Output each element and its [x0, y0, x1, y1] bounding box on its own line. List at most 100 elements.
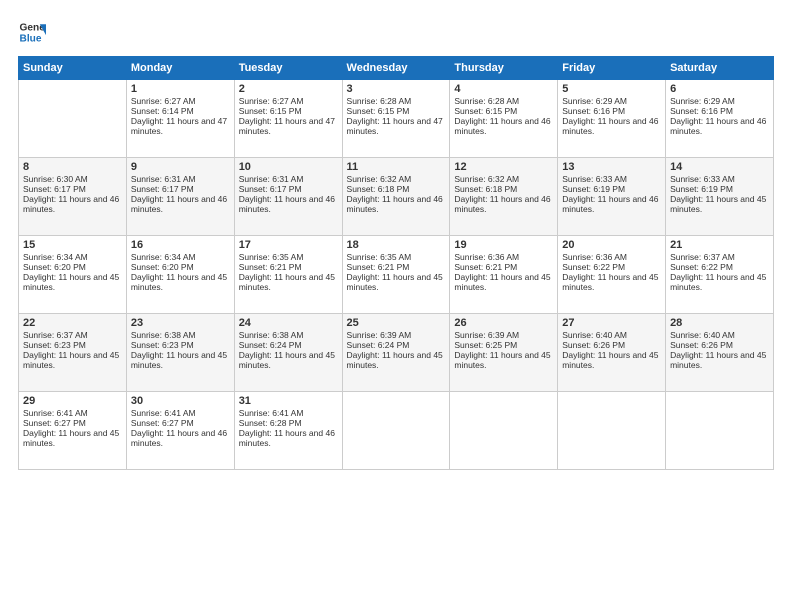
calendar-cell	[558, 392, 666, 470]
calendar-table: SundayMondayTuesdayWednesdayThursdayFrid…	[18, 56, 774, 470]
calendar-cell: 18Sunrise: 6:35 AMSunset: 6:21 PMDayligh…	[342, 236, 450, 314]
calendar-cell: 13Sunrise: 6:33 AMSunset: 6:19 PMDayligh…	[558, 158, 666, 236]
day-number: 13	[562, 161, 661, 173]
calendar-cell: 4Sunrise: 6:28 AMSunset: 6:15 PMDaylight…	[450, 80, 558, 158]
day-number: 28	[670, 317, 769, 329]
calendar-cell: 16Sunrise: 6:34 AMSunset: 6:20 PMDayligh…	[126, 236, 234, 314]
cell-info: Sunrise: 6:30 AMSunset: 6:17 PMDaylight:…	[23, 174, 119, 214]
day-number: 14	[670, 161, 769, 173]
cell-info: Sunrise: 6:37 AMSunset: 6:22 PMDaylight:…	[670, 252, 766, 292]
calendar-cell: 6Sunrise: 6:29 AMSunset: 6:16 PMDaylight…	[666, 80, 774, 158]
week-row-1: 1Sunrise: 6:27 AMSunset: 6:14 PMDaylight…	[19, 80, 774, 158]
calendar-cell: 3Sunrise: 6:28 AMSunset: 6:15 PMDaylight…	[342, 80, 450, 158]
day-number: 3	[347, 83, 446, 95]
day-number: 24	[239, 317, 338, 329]
day-number: 22	[23, 317, 122, 329]
day-number: 10	[239, 161, 338, 173]
cell-info: Sunrise: 6:41 AMSunset: 6:27 PMDaylight:…	[23, 408, 119, 448]
cell-info: Sunrise: 6:37 AMSunset: 6:23 PMDaylight:…	[23, 330, 119, 370]
day-number: 11	[347, 161, 446, 173]
cell-info: Sunrise: 6:38 AMSunset: 6:24 PMDaylight:…	[239, 330, 335, 370]
day-number: 6	[670, 83, 769, 95]
calendar-cell	[666, 392, 774, 470]
cell-info: Sunrise: 6:36 AMSunset: 6:21 PMDaylight:…	[454, 252, 550, 292]
cell-info: Sunrise: 6:36 AMSunset: 6:22 PMDaylight:…	[562, 252, 658, 292]
day-header-tuesday: Tuesday	[234, 57, 342, 80]
day-number: 16	[131, 239, 230, 251]
day-number: 20	[562, 239, 661, 251]
calendar-cell: 21Sunrise: 6:37 AMSunset: 6:22 PMDayligh…	[666, 236, 774, 314]
header-row: SundayMondayTuesdayWednesdayThursdayFrid…	[19, 57, 774, 80]
calendar-cell: 22Sunrise: 6:37 AMSunset: 6:23 PMDayligh…	[19, 314, 127, 392]
week-row-5: 29Sunrise: 6:41 AMSunset: 6:27 PMDayligh…	[19, 392, 774, 470]
day-number: 19	[454, 239, 553, 251]
calendar-cell: 10Sunrise: 6:31 AMSunset: 6:17 PMDayligh…	[234, 158, 342, 236]
cell-info: Sunrise: 6:28 AMSunset: 6:15 PMDaylight:…	[454, 96, 550, 136]
cell-info: Sunrise: 6:41 AMSunset: 6:27 PMDaylight:…	[131, 408, 227, 448]
cell-info: Sunrise: 6:33 AMSunset: 6:19 PMDaylight:…	[562, 174, 658, 214]
svg-text:Blue: Blue	[20, 33, 42, 44]
cell-info: Sunrise: 6:35 AMSunset: 6:21 PMDaylight:…	[239, 252, 335, 292]
cell-info: Sunrise: 6:34 AMSunset: 6:20 PMDaylight:…	[23, 252, 119, 292]
calendar-cell: 11Sunrise: 6:32 AMSunset: 6:18 PMDayligh…	[342, 158, 450, 236]
day-number: 27	[562, 317, 661, 329]
calendar-cell	[19, 80, 127, 158]
calendar-cell: 1Sunrise: 6:27 AMSunset: 6:14 PMDaylight…	[126, 80, 234, 158]
day-number: 17	[239, 239, 338, 251]
week-row-2: 8Sunrise: 6:30 AMSunset: 6:17 PMDaylight…	[19, 158, 774, 236]
calendar-cell: 8Sunrise: 6:30 AMSunset: 6:17 PMDaylight…	[19, 158, 127, 236]
cell-info: Sunrise: 6:32 AMSunset: 6:18 PMDaylight:…	[454, 174, 550, 214]
calendar-cell: 26Sunrise: 6:39 AMSunset: 6:25 PMDayligh…	[450, 314, 558, 392]
calendar-cell: 12Sunrise: 6:32 AMSunset: 6:18 PMDayligh…	[450, 158, 558, 236]
cell-info: Sunrise: 6:31 AMSunset: 6:17 PMDaylight:…	[131, 174, 227, 214]
day-number: 5	[562, 83, 661, 95]
cell-info: Sunrise: 6:27 AMSunset: 6:14 PMDaylight:…	[131, 96, 227, 136]
day-number: 30	[131, 395, 230, 407]
day-header-saturday: Saturday	[666, 57, 774, 80]
day-number: 26	[454, 317, 553, 329]
calendar-cell: 24Sunrise: 6:38 AMSunset: 6:24 PMDayligh…	[234, 314, 342, 392]
cell-info: Sunrise: 6:29 AMSunset: 6:16 PMDaylight:…	[562, 96, 658, 136]
page: General Blue SundayMondayTuesdayWednesda…	[0, 0, 792, 612]
day-header-monday: Monday	[126, 57, 234, 80]
week-row-4: 22Sunrise: 6:37 AMSunset: 6:23 PMDayligh…	[19, 314, 774, 392]
day-header-thursday: Thursday	[450, 57, 558, 80]
day-number: 1	[131, 83, 230, 95]
day-number: 12	[454, 161, 553, 173]
cell-info: Sunrise: 6:32 AMSunset: 6:18 PMDaylight:…	[347, 174, 443, 214]
calendar-cell: 17Sunrise: 6:35 AMSunset: 6:21 PMDayligh…	[234, 236, 342, 314]
day-number: 4	[454, 83, 553, 95]
cell-info: Sunrise: 6:39 AMSunset: 6:25 PMDaylight:…	[454, 330, 550, 370]
day-number: 21	[670, 239, 769, 251]
calendar-cell	[450, 392, 558, 470]
cell-info: Sunrise: 6:40 AMSunset: 6:26 PMDaylight:…	[562, 330, 658, 370]
calendar-cell: 19Sunrise: 6:36 AMSunset: 6:21 PMDayligh…	[450, 236, 558, 314]
week-row-3: 15Sunrise: 6:34 AMSunset: 6:20 PMDayligh…	[19, 236, 774, 314]
cell-info: Sunrise: 6:34 AMSunset: 6:20 PMDaylight:…	[131, 252, 227, 292]
cell-info: Sunrise: 6:41 AMSunset: 6:28 PMDaylight:…	[239, 408, 335, 448]
cell-info: Sunrise: 6:40 AMSunset: 6:26 PMDaylight:…	[670, 330, 766, 370]
day-number: 23	[131, 317, 230, 329]
calendar-cell: 14Sunrise: 6:33 AMSunset: 6:19 PMDayligh…	[666, 158, 774, 236]
calendar-cell: 9Sunrise: 6:31 AMSunset: 6:17 PMDaylight…	[126, 158, 234, 236]
logo-icon: General Blue	[18, 18, 46, 46]
cell-info: Sunrise: 6:27 AMSunset: 6:15 PMDaylight:…	[239, 96, 335, 136]
calendar-cell: 5Sunrise: 6:29 AMSunset: 6:16 PMDaylight…	[558, 80, 666, 158]
day-number: 8	[23, 161, 122, 173]
day-number: 9	[131, 161, 230, 173]
cell-info: Sunrise: 6:29 AMSunset: 6:16 PMDaylight:…	[670, 96, 766, 136]
calendar-cell: 20Sunrise: 6:36 AMSunset: 6:22 PMDayligh…	[558, 236, 666, 314]
day-number: 15	[23, 239, 122, 251]
calendar-cell: 27Sunrise: 6:40 AMSunset: 6:26 PMDayligh…	[558, 314, 666, 392]
calendar-cell: 23Sunrise: 6:38 AMSunset: 6:23 PMDayligh…	[126, 314, 234, 392]
calendar-cell: 30Sunrise: 6:41 AMSunset: 6:27 PMDayligh…	[126, 392, 234, 470]
calendar-cell: 31Sunrise: 6:41 AMSunset: 6:28 PMDayligh…	[234, 392, 342, 470]
day-number: 25	[347, 317, 446, 329]
cell-info: Sunrise: 6:39 AMSunset: 6:24 PMDaylight:…	[347, 330, 443, 370]
calendar-cell: 28Sunrise: 6:40 AMSunset: 6:26 PMDayligh…	[666, 314, 774, 392]
cell-info: Sunrise: 6:33 AMSunset: 6:19 PMDaylight:…	[670, 174, 766, 214]
calendar-cell: 29Sunrise: 6:41 AMSunset: 6:27 PMDayligh…	[19, 392, 127, 470]
day-header-friday: Friday	[558, 57, 666, 80]
cell-info: Sunrise: 6:31 AMSunset: 6:17 PMDaylight:…	[239, 174, 335, 214]
day-number: 2	[239, 83, 338, 95]
